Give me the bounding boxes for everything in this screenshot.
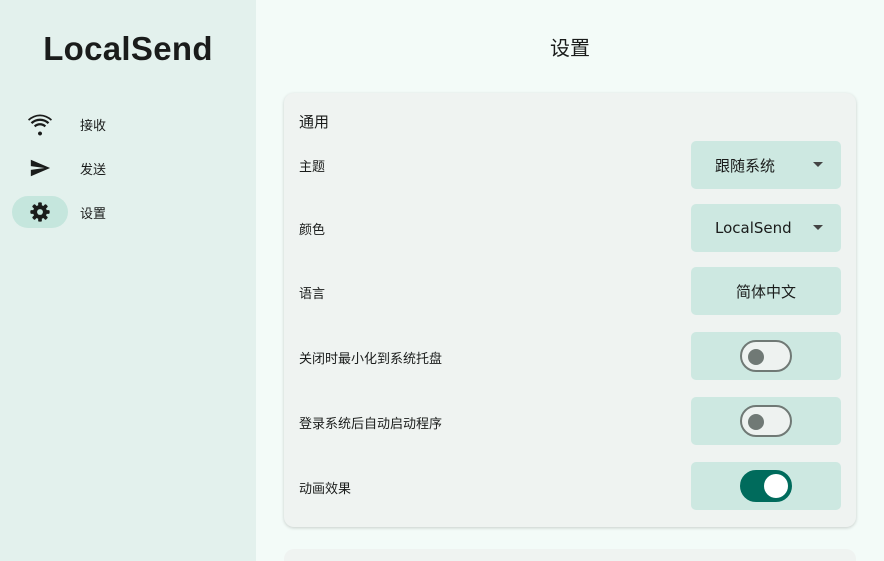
section-title: 通用 [299,113,330,131]
general-settings-card: 通用 主题 跟随系统 颜色 LocalSend 语言 简体中文 关闭时最小化到系… [284,93,856,527]
color-value: LocalSend [715,219,792,237]
nav-item-send[interactable]: 发送 [12,152,242,184]
nav-label-receive: 接收 [80,118,107,134]
send-icon [12,152,68,184]
toggle-knob [748,414,764,430]
nav-item-receive[interactable]: 接收 [12,108,242,140]
language-value: 简体中文 [735,282,796,301]
autostart-toggle[interactable] [740,405,792,437]
nav-label-settings: 设置 [80,206,107,222]
chevron-down-icon [813,162,823,167]
theme-label: 主题 [299,160,326,175]
animations-cell [691,462,841,510]
nav-item-settings[interactable]: 设置 [12,196,242,228]
next-settings-card [284,549,856,561]
autostart-cell [691,397,841,445]
language-label: 语言 [299,287,326,302]
minimize-to-tray-label: 关闭时最小化到系统托盘 [299,352,443,367]
wifi-icon [12,108,68,140]
theme-dropdown[interactable]: 跟随系统 [691,141,841,189]
sidebar: LocalSend 接收 发送 设置 [0,0,256,561]
gear-icon [12,196,68,228]
language-button[interactable]: 简体中文 [691,267,841,315]
toggle-knob [748,349,764,365]
autostart-label: 登录系统后自动启动程序 [299,417,443,432]
color-label: 颜色 [299,223,326,238]
toggle-knob [764,474,788,498]
app-logo: LocalSend [43,30,213,67]
nav-label-send: 发送 [80,162,107,178]
page-title: 设置 [550,36,590,60]
animations-toggle[interactable] [740,470,792,502]
color-dropdown[interactable]: LocalSend [691,204,841,252]
minimize-to-tray-toggle[interactable] [740,340,792,372]
theme-value: 跟随系统 [715,156,776,175]
chevron-down-icon [813,225,823,230]
minimize-to-tray-cell [691,332,841,380]
animations-label: 动画效果 [299,482,352,497]
